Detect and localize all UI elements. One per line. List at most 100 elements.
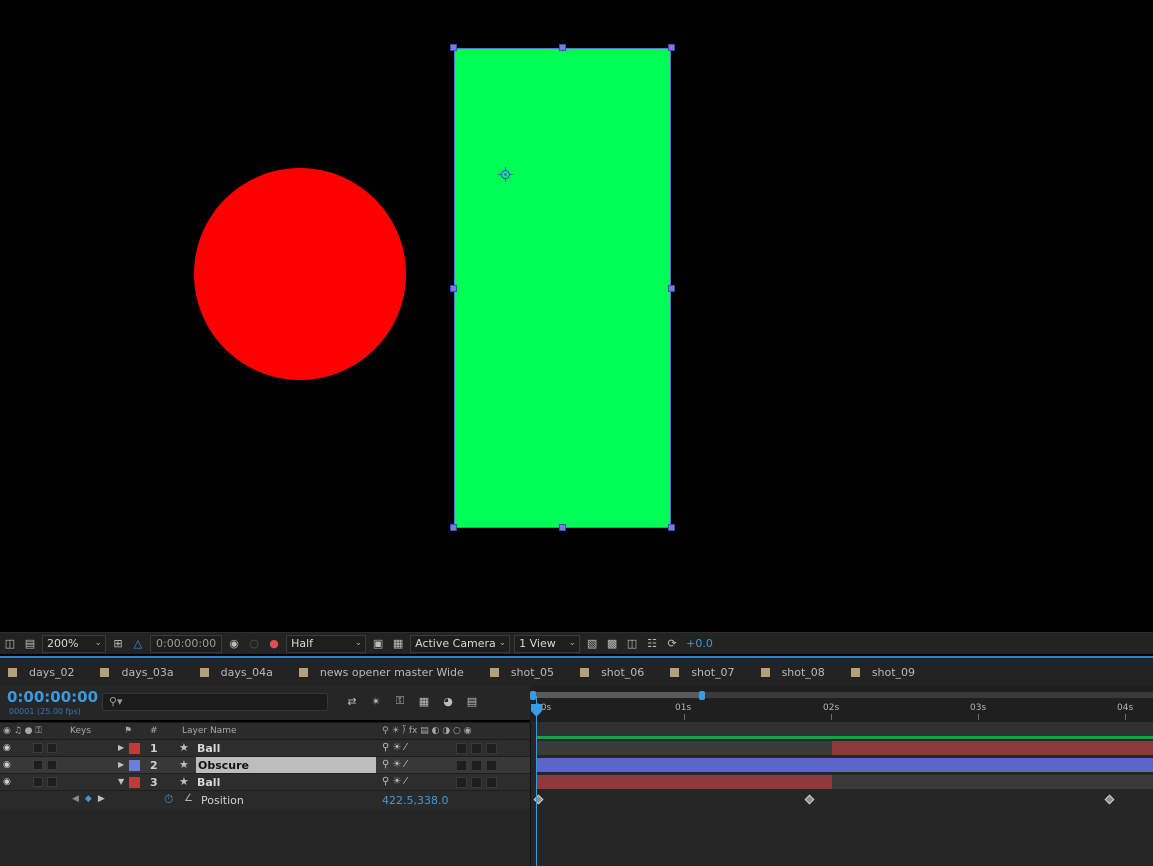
current-time-display[interactable]: 0:00:00:00 xyxy=(7,688,98,706)
work-area-range[interactable] xyxy=(537,736,1153,739)
viewer-timecode[interactable]: 0:00:00:00 xyxy=(150,634,223,653)
switch-box[interactable] xyxy=(456,743,467,754)
timeline-tracks[interactable] xyxy=(530,722,1153,866)
transform-handle[interactable] xyxy=(668,524,675,531)
tab-news-opener-master-wide[interactable]: news opener master Wide xyxy=(291,658,482,686)
lock-switch[interactable] xyxy=(47,777,57,787)
tab-days-04a[interactable]: days_04a xyxy=(192,658,291,686)
current-time-indicator-line[interactable] xyxy=(536,696,537,866)
camera-snapshot-icon[interactable]: ◉ xyxy=(226,636,242,652)
lock-switch[interactable] xyxy=(47,760,57,770)
layer-switches[interactable]: ⚲ ☀ ⁄ xyxy=(382,742,406,753)
reset-exposure-icon[interactable]: ⟳ xyxy=(664,636,680,652)
property-value[interactable]: 422.5,338.0 xyxy=(382,794,448,807)
transparency-grid-icon[interactable]: ▦ xyxy=(390,636,406,652)
transform-handle[interactable] xyxy=(450,285,457,292)
show-snapshot-icon[interactable]: ○ xyxy=(246,636,262,652)
lock-switch[interactable] xyxy=(47,743,57,753)
transform-handle[interactable] xyxy=(668,44,675,51)
monitor-icon[interactable]: ▤ xyxy=(22,636,38,652)
layer-label-color[interactable] xyxy=(129,777,140,788)
magnification-dropdown[interactable]: 200% ⌄ xyxy=(42,634,106,653)
motion-blur-icon[interactable]: ◕ xyxy=(440,693,456,709)
stopwatch-icon[interactable]: ⏱ xyxy=(164,792,173,807)
tab-shot-06[interactable]: shot_06 xyxy=(572,658,662,686)
layer-name[interactable]: Obscure xyxy=(196,757,376,773)
next-keyframe-icon[interactable]: ▶ xyxy=(98,794,105,804)
current-time-indicator-head[interactable] xyxy=(531,704,542,717)
view-layout-dropdown[interactable]: 1 View ⌄ xyxy=(514,634,581,653)
layer-switches[interactable]: ⚲ ☀ ⁄ xyxy=(382,759,406,770)
switch-box[interactable] xyxy=(486,777,497,788)
layer-bar-obscure[interactable] xyxy=(537,758,1153,772)
property-row-position[interactable]: ◀ ◆ ▶ ⏱ ∠ Position 422.5,338.0 xyxy=(0,791,530,809)
expand-triangle-icon[interactable]: ▶ xyxy=(118,743,124,752)
frame-blending-icon[interactable]: ▦ xyxy=(416,693,432,709)
layer-row-2[interactable]: ◉ ▶ 2 ★ Obscure ⚲ ☀ ⁄ xyxy=(0,757,530,774)
layer-label-color[interactable] xyxy=(129,760,140,771)
safe-margins-icon[interactable]: ⊞ xyxy=(110,636,126,652)
flowchart-icon[interactable]: ☷ xyxy=(644,636,660,652)
tab-days-03a[interactable]: days_03a xyxy=(92,658,191,686)
channels-icon[interactable]: ● xyxy=(266,636,282,652)
eye-icon[interactable]: ◉ xyxy=(3,743,11,753)
transform-handle[interactable] xyxy=(668,285,675,292)
transform-handle[interactable] xyxy=(450,524,457,531)
layer-name-column-label[interactable]: Layer Name xyxy=(182,726,237,736)
graph-icon[interactable]: ∠ xyxy=(184,793,193,804)
layer-bar-ball-1[interactable] xyxy=(832,741,1153,755)
layer-name[interactable]: Ball xyxy=(197,742,220,755)
layer-row-1[interactable]: ◉ ▶ 1 ★ Ball ⚲ ☀ ⁄ xyxy=(0,740,530,757)
ball-layer-circle[interactable] xyxy=(194,168,406,380)
keyframe-navigator[interactable]: ◀ ◆ ▶ xyxy=(72,794,105,804)
solo-switch[interactable] xyxy=(33,760,43,770)
add-keyframe-icon[interactable]: ◆ xyxy=(85,794,92,804)
always-preview-icon[interactable]: ◫ xyxy=(2,636,18,652)
composition-flowchart-icon[interactable]: ⇄ xyxy=(344,693,360,709)
fast-previews-icon[interactable]: ▩ xyxy=(604,636,620,652)
expand-triangle-icon[interactable]: ▶ xyxy=(118,760,124,769)
layer-row-3[interactable]: ◉ ▼ 3 ★ Ball ⚲ ☀ ⁄ xyxy=(0,774,530,791)
draft-3d-icon[interactable]: ✴ xyxy=(368,693,384,709)
camera-view-dropdown[interactable]: Active Camera ⌄ xyxy=(410,634,511,653)
mask-visibility-icon[interactable]: △ xyxy=(130,636,146,652)
switch-box[interactable] xyxy=(471,777,482,788)
layer-search-input[interactable]: ⚲▾ xyxy=(102,693,328,711)
collapse-triangle-icon[interactable]: ▼ xyxy=(118,777,124,786)
timeline-icon[interactable]: ◫ xyxy=(624,636,640,652)
keyframe-diamond[interactable] xyxy=(804,794,815,805)
solo-switch[interactable] xyxy=(33,743,43,753)
exposure-value[interactable]: +0.0 xyxy=(686,637,713,650)
transform-handle[interactable] xyxy=(559,524,566,531)
prev-keyframe-icon[interactable]: ◀ xyxy=(72,794,79,804)
switch-box[interactable] xyxy=(456,760,467,771)
tab-shot-07[interactable]: shot_07 xyxy=(662,658,752,686)
time-navigator-end-handle[interactable] xyxy=(699,691,705,700)
layer-name[interactable]: Ball xyxy=(197,776,220,789)
layer-switches[interactable]: ⚲ ☀ ⁄ xyxy=(382,776,406,787)
switch-box[interactable] xyxy=(486,760,497,771)
tab-days-02[interactable]: days_02 xyxy=(0,658,92,686)
graph-editor-icon[interactable]: ▤ xyxy=(464,693,480,709)
time-navigator-range[interactable] xyxy=(532,692,702,698)
hide-shy-layers-icon[interactable]: ⚿ xyxy=(392,693,408,709)
transform-handle[interactable] xyxy=(450,44,457,51)
switch-box[interactable] xyxy=(486,743,497,754)
layer-bar-ball-3[interactable] xyxy=(537,775,832,789)
layer-label-color[interactable] xyxy=(129,743,140,754)
anchor-point-icon[interactable] xyxy=(498,167,513,182)
switch-box[interactable] xyxy=(456,777,467,788)
solo-switch[interactable] xyxy=(33,777,43,787)
transform-handle[interactable] xyxy=(559,44,566,51)
tab-shot-08[interactable]: shot_08 xyxy=(753,658,843,686)
obscure-layer-rectangle[interactable] xyxy=(454,48,671,528)
resolution-dropdown[interactable]: Half ⌄ xyxy=(286,634,367,653)
eye-icon[interactable]: ◉ xyxy=(3,760,11,770)
region-of-interest-icon[interactable]: ▣ xyxy=(370,636,386,652)
keyframe-diamond[interactable] xyxy=(1104,794,1115,805)
switch-box[interactable] xyxy=(471,743,482,754)
tab-shot-05[interactable]: shot_05 xyxy=(482,658,572,686)
tab-shot-09[interactable]: shot_09 xyxy=(843,658,933,686)
toggle-pixel-aspect-icon[interactable]: ▧ xyxy=(584,636,600,652)
switch-box[interactable] xyxy=(471,760,482,771)
